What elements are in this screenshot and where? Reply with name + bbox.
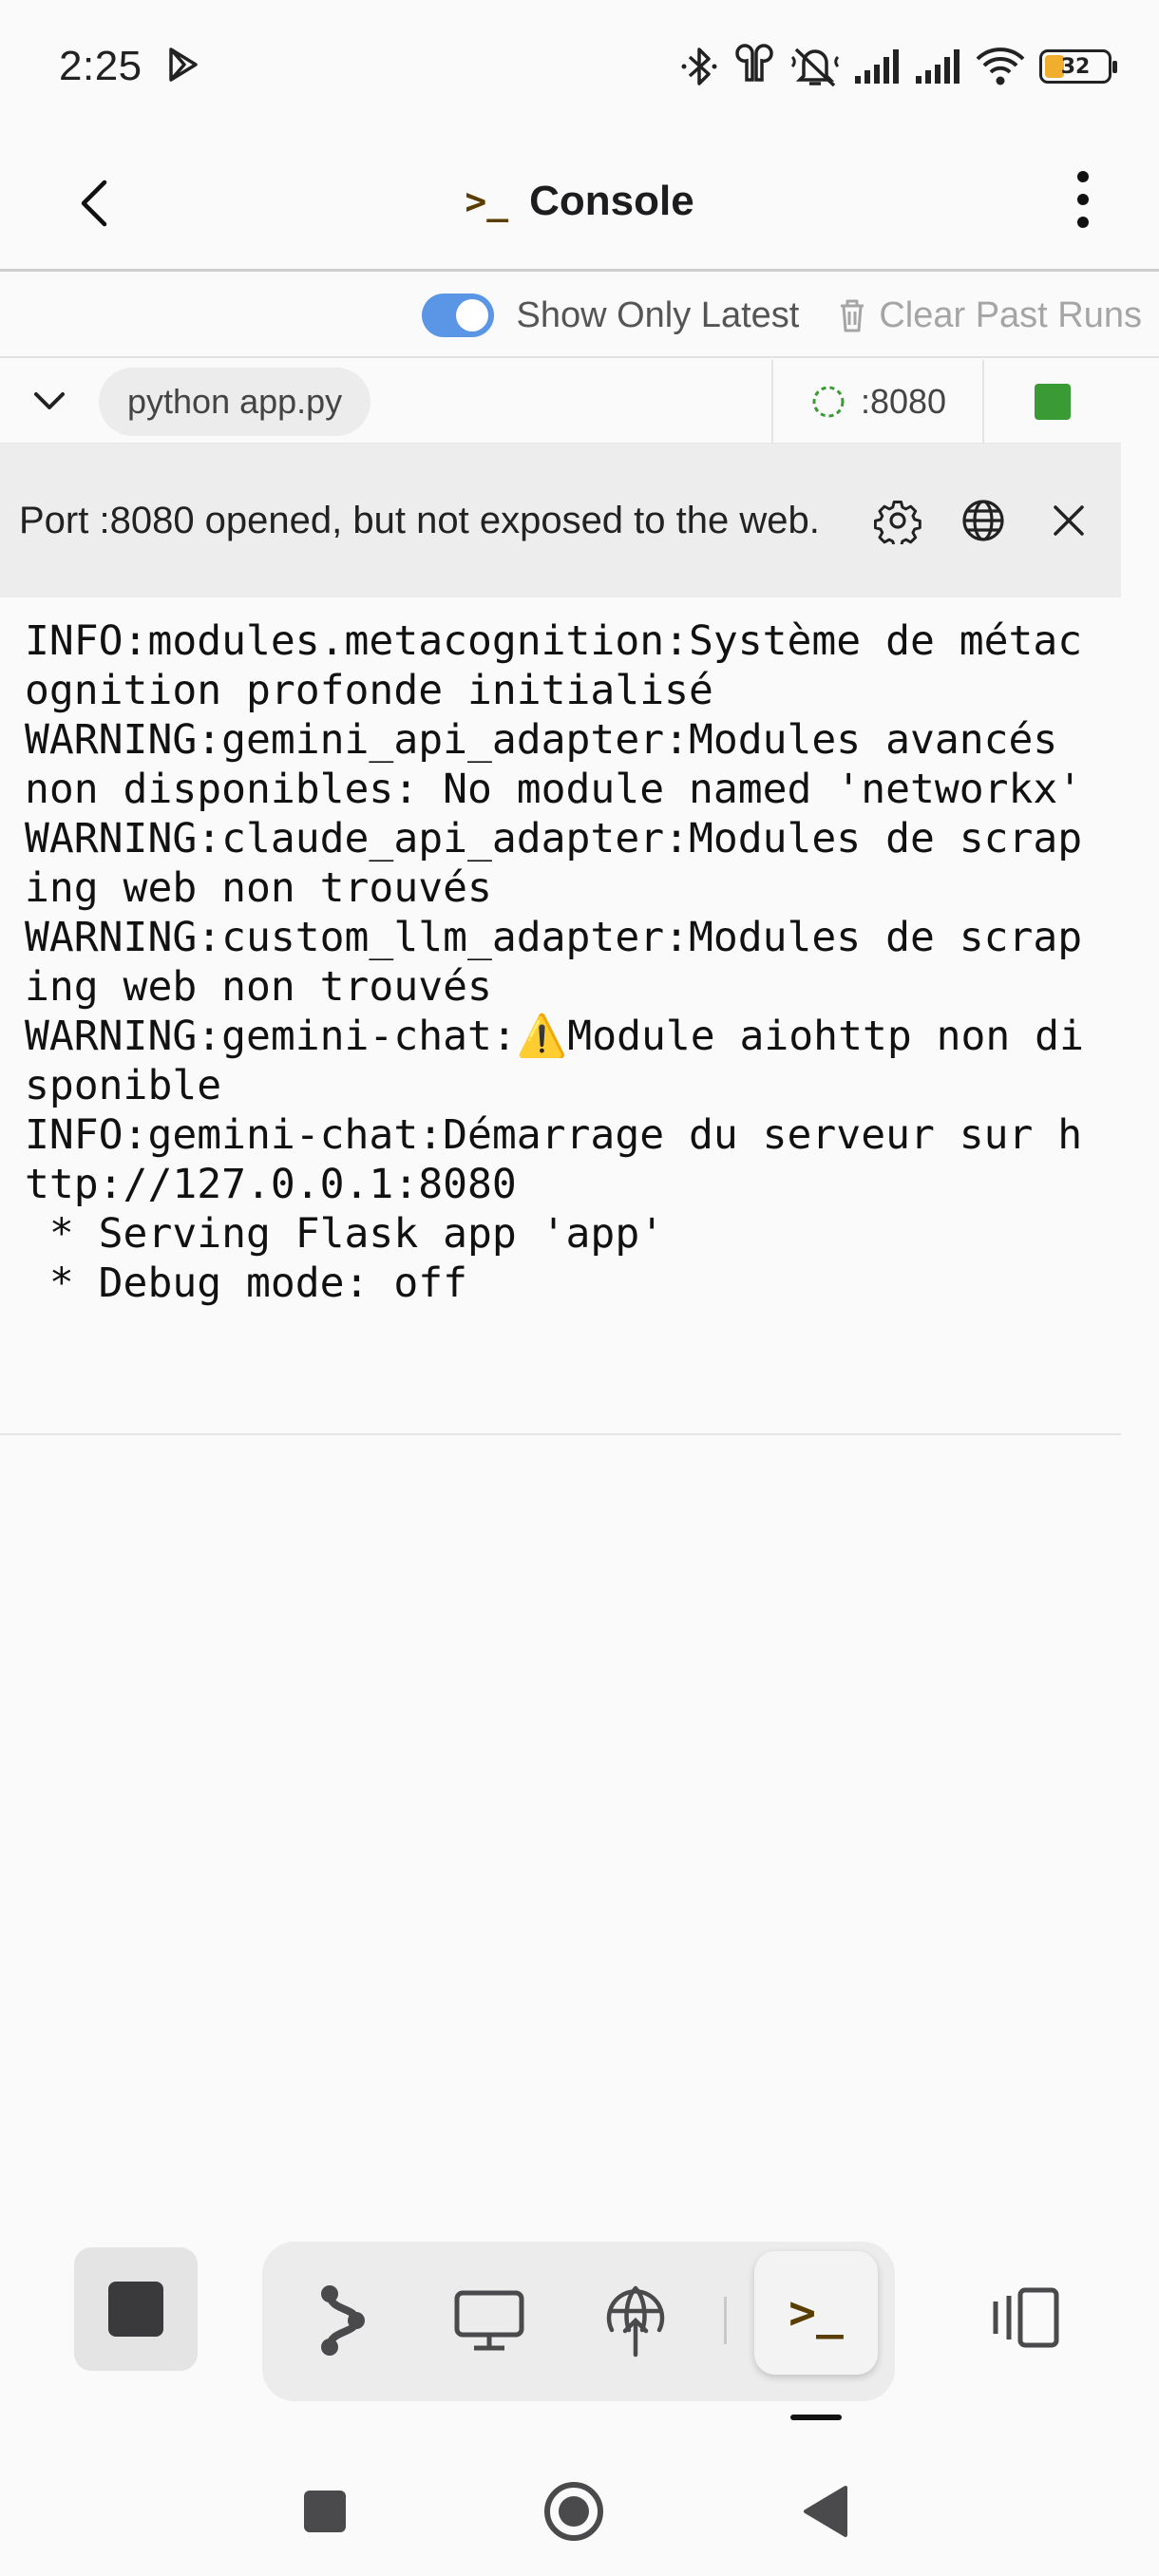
battery-level: 32 xyxy=(1060,54,1091,79)
port-indicator[interactable]: :8080 xyxy=(771,359,984,444)
signal-icon xyxy=(914,47,961,85)
command-chip[interactable]: python app.py xyxy=(99,367,371,436)
chevron-down-icon xyxy=(34,391,65,409)
console-line: WARNING:custom_llm_adapter:Modules de sc… xyxy=(25,914,1083,1011)
recents-button[interactable] xyxy=(287,2473,363,2549)
tool-switcher: >_ xyxy=(262,2242,895,2401)
clear-past-runs-button[interactable]: Clear Past Runs xyxy=(837,295,1142,336)
home-button[interactable] xyxy=(536,2473,612,2549)
system-nav-bar xyxy=(0,2451,1159,2576)
port-label: :8080 xyxy=(860,381,947,421)
desktop-icon xyxy=(454,2290,524,2351)
stop-button[interactable] xyxy=(74,2247,198,2371)
bluetooth-icon xyxy=(680,44,718,89)
app-header: >_ Console xyxy=(0,133,1159,272)
back-triangle-icon xyxy=(804,2486,847,2537)
console-tab-button[interactable]: >_ xyxy=(754,2251,878,2375)
battery-icon: 32 xyxy=(1039,49,1117,84)
back-nav-button[interactable] xyxy=(787,2473,863,2549)
deploy-button[interactable] xyxy=(591,2276,680,2365)
process-row: python app.py :8080 xyxy=(0,359,1121,444)
trash-icon xyxy=(841,299,864,332)
earbuds-icon xyxy=(732,44,777,89)
show-only-latest-toggle[interactable] xyxy=(421,294,494,337)
console-line: WARNING:claude_api_adapter:Modules de sc… xyxy=(25,815,1083,912)
port-notice-banner: Port :8080 opened, but not exposed to th… xyxy=(0,444,1121,597)
page-title: Console xyxy=(529,177,694,224)
git-branch-icon xyxy=(321,2285,365,2356)
back-arrow-icon xyxy=(81,180,107,227)
close-icon xyxy=(1054,505,1084,536)
console-line: * Serving Flask app 'app' xyxy=(25,1210,665,1258)
running-status-icon xyxy=(1035,383,1071,420)
console-line: WARNING:gemini_api_adapter:Modules avanc… xyxy=(25,716,1083,813)
back-button[interactable] xyxy=(66,165,124,241)
console-line: INFO:gemini-chat:Démarrage du serveur su… xyxy=(25,1111,1083,1208)
dismiss-notice-button[interactable] xyxy=(1045,497,1092,544)
globe-icon xyxy=(962,500,1004,541)
show-only-latest-label: Show Only Latest xyxy=(516,294,800,335)
home-indicator xyxy=(790,2415,842,2420)
vibrate-icon xyxy=(790,44,840,89)
git-branch-button[interactable] xyxy=(298,2276,388,2365)
stop-icon xyxy=(108,2282,163,2337)
console-output[interactable]: INFO:modules.metacognition:Système de mé… xyxy=(0,597,1121,1435)
play-store-icon xyxy=(163,46,201,88)
port-settings-button[interactable] xyxy=(874,497,922,544)
expose-web-button[interactable] xyxy=(960,497,1007,544)
loading-circle-icon xyxy=(812,386,845,417)
preview-button[interactable] xyxy=(445,2276,534,2365)
run-status xyxy=(984,383,1121,420)
console-line: INFO:modules.metacognition:Système de mé… xyxy=(25,617,1083,714)
panes-icon xyxy=(993,2287,1059,2348)
console-line: WARNING:gemini-chat:⚠️Module aiohttp non… xyxy=(25,1013,1084,1109)
page-title-group: >_ Console xyxy=(465,178,694,225)
more-options-button[interactable] xyxy=(1054,161,1112,237)
console-toolbar: Show Only Latest Clear Past Runs xyxy=(0,275,1159,358)
gear-icon xyxy=(874,501,922,544)
console-line: * Debug mode: off xyxy=(25,1260,467,1307)
home-icon xyxy=(544,2482,603,2541)
bottom-dock: >_ xyxy=(0,2242,1159,2401)
status-bar: 2:25 32 xyxy=(0,0,1159,133)
console-title-icon: >_ xyxy=(465,180,509,222)
panes-button[interactable] xyxy=(978,2272,1070,2363)
collapse-button[interactable] xyxy=(0,391,99,412)
clear-past-runs-label: Clear Past Runs xyxy=(879,294,1142,335)
port-notice-message: Port :8080 opened, but not exposed to th… xyxy=(19,500,820,541)
clock: 2:25 xyxy=(59,43,142,89)
recents-icon xyxy=(304,2491,346,2532)
deploy-icon xyxy=(606,2285,665,2358)
more-vertical-icon xyxy=(1077,171,1089,228)
signal-icon xyxy=(853,47,901,85)
tool-divider xyxy=(724,2297,727,2344)
wifi-icon xyxy=(975,47,1026,86)
console-icon: >_ xyxy=(788,2286,844,2339)
